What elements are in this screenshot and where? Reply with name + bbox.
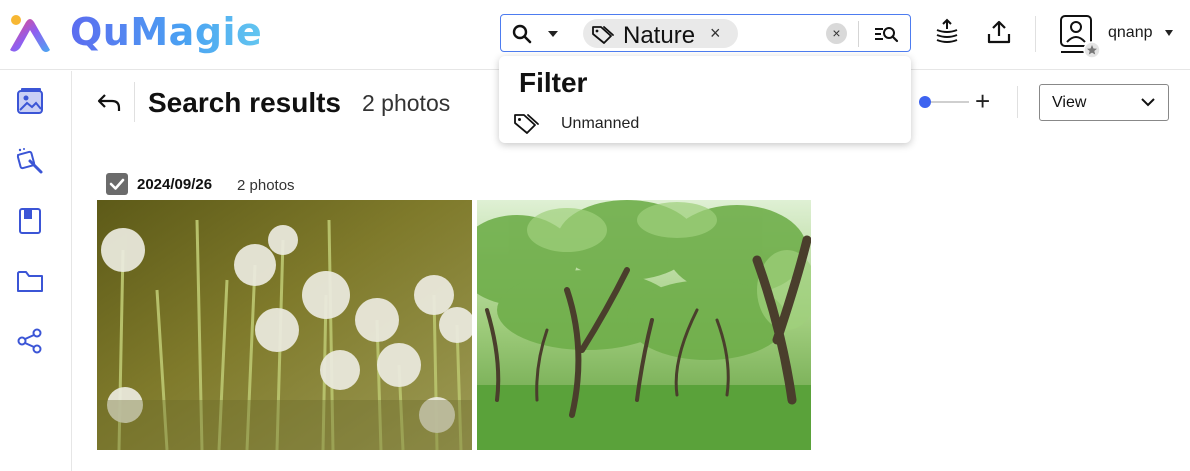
brand-name[interactable]: QuMagie (70, 10, 262, 54)
user-menu-caret-icon[interactable] (1165, 30, 1173, 36)
tags-icon (514, 114, 539, 134)
zoom-slider-track[interactable] (931, 101, 969, 103)
group-date: 2024/09/26 (137, 176, 213, 193)
photos-icon[interactable] (16, 87, 44, 115)
result-count: 2 photos (362, 90, 451, 116)
page-title: Search results (148, 87, 341, 118)
remove-chip-icon[interactable]: × (710, 23, 721, 44)
view-dropdown-label: View (1052, 94, 1087, 111)
folder-icon[interactable] (16, 267, 44, 295)
tags-icon (592, 26, 614, 44)
clear-search-button[interactable]: × (826, 23, 847, 44)
search-divider (858, 21, 859, 47)
search-scope-dropdown-icon[interactable] (548, 31, 558, 37)
upload-icon[interactable] (985, 18, 1013, 46)
group-count: 2 photos (237, 177, 295, 194)
search-bar[interactable]: Nature × × (500, 14, 911, 52)
photo-thumbnail-trees[interactable] (477, 200, 811, 450)
zoom-slider-handle[interactable] (919, 96, 931, 108)
user-name[interactable]: qnanp (1108, 24, 1153, 42)
chevron-down-icon (1141, 98, 1155, 107)
photo-thumbnail-dandelions[interactable] (97, 200, 472, 450)
smart-album-icon[interactable] (16, 147, 44, 175)
search-chip-nature[interactable]: Nature × (583, 19, 738, 49)
filter-dropdown: Filter Unmanned (499, 56, 911, 143)
view-dropdown[interactable]: View (1039, 84, 1169, 121)
group-select-checkbox[interactable] (106, 173, 128, 195)
header-divider (1035, 16, 1036, 52)
filter-title: Filter (519, 67, 588, 98)
share-icon[interactable] (16, 327, 44, 355)
user-avatar-icon[interactable] (1058, 14, 1100, 60)
zoom-in-button[interactable]: + (975, 88, 990, 114)
toolbar-divider (134, 82, 135, 122)
advanced-search-icon[interactable] (873, 23, 899, 45)
checkmark-icon (109, 178, 125, 190)
filter-option-unmanned[interactable]: Unmanned (561, 115, 639, 133)
sidebar (0, 71, 72, 471)
search-chip-label: Nature (623, 22, 696, 49)
search-icon[interactable] (511, 23, 533, 45)
qumagie-logo-icon[interactable] (6, 12, 56, 54)
album-icon[interactable] (16, 207, 44, 235)
toolbar-divider (1017, 86, 1018, 118)
background-tasks-icon[interactable] (933, 18, 961, 46)
back-arrow-icon[interactable] (96, 91, 122, 115)
